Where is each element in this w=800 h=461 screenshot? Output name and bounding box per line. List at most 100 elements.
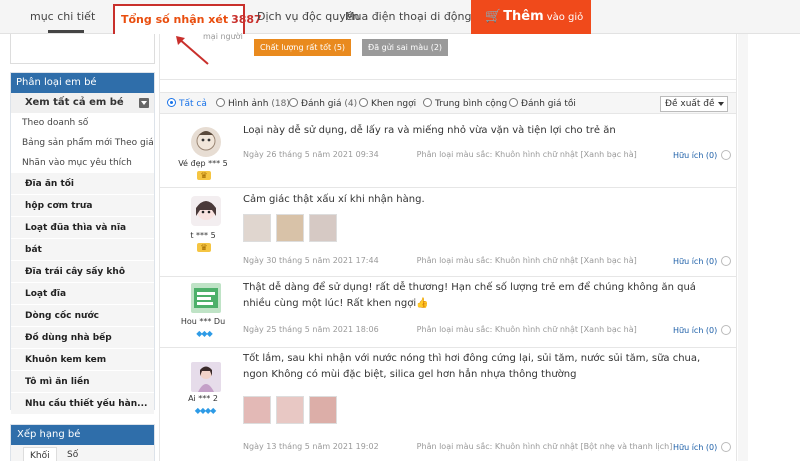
helpful-button[interactable]: Hữu ích (0) xyxy=(673,325,732,335)
avatar xyxy=(191,283,221,313)
review-variant: Phân loại màu sắc: Khuôn hình chữ nhật [… xyxy=(416,442,673,451)
filter-all[interactable]: Tất cả xyxy=(167,97,207,111)
review-user: Hou *** Du xyxy=(180,317,226,326)
sidebar-item[interactable]: Dòng cốc nước xyxy=(11,305,154,327)
review-text: Cảm giác thật xấu xí khi nhận hàng. xyxy=(243,194,425,205)
view-all-category[interactable]: Xem tất cả em bé xyxy=(11,93,154,113)
ranking-tabs: Khối Số xyxy=(11,445,154,461)
view-all-label: Xem tất cả em bé xyxy=(25,97,124,108)
review-meta: Ngày 26 tháng 5 năm 2021 09:34 Phân loại … xyxy=(243,150,637,159)
thumb-up-icon xyxy=(721,256,732,266)
sidebar-item[interactable]: Loạt đũa thìa và nĩa xyxy=(11,217,154,239)
filter-label: Hình ảnh xyxy=(228,99,269,109)
sidebar-sub-new[interactable]: Bảng sản phẩm mới Theo giá cả xyxy=(11,133,154,153)
review-meta: Ngày 25 tháng 5 năm 2021 18:06 Phân loại … xyxy=(243,325,637,334)
filter-reviews[interactable]: Đánh giá (4) xyxy=(289,97,357,111)
filter-label: Đánh giá xyxy=(301,99,342,109)
review-photo[interactable] xyxy=(276,396,304,424)
radio-icon xyxy=(509,98,518,107)
review-date: Ngày 25 tháng 5 năm 2021 18:06 xyxy=(243,325,379,334)
ranking-title: Xếp hạng bé xyxy=(11,425,154,445)
review-meta: Ngày 30 tháng 5 năm 2021 17:44 Phân loại … xyxy=(243,256,637,265)
cart-button-sub: vào giỏ xyxy=(546,12,584,23)
sidebar-sub-favorite[interactable]: Nhãn vào mục yêu thích xyxy=(11,153,154,173)
sidebar-item[interactable]: bát xyxy=(11,239,154,261)
ranking-panel: Xếp hạng bé Khối Số xyxy=(10,424,155,461)
filter-praise[interactable]: Khen ngợi xyxy=(359,97,416,111)
review-filter-bar: Tất cả Hình ảnh (18) Đánh giá (4) Khen n… xyxy=(160,92,736,114)
filter-bad[interactable]: Đánh giá tồi xyxy=(509,97,576,111)
avatar xyxy=(191,362,221,392)
sidebar-item[interactable]: Đĩa ăn tối xyxy=(11,173,154,195)
review-item: Vé đẹp *** 5 ♛ Loại này dễ sử dụng, dễ l… xyxy=(160,117,736,188)
summary-user-hint: mại người xyxy=(203,32,243,41)
collapse-icon[interactable] xyxy=(139,98,149,108)
review-item: Hou *** Du ◆◆◆ Thật dễ dàng để sử dụng! … xyxy=(160,277,736,348)
cart-icon: 🛒 xyxy=(485,9,502,24)
tab-detail[interactable]: mục chi tiết xyxy=(30,0,95,34)
gem-icon: ◆◆◆ xyxy=(196,329,212,338)
sidebar-sub-sales[interactable]: Theo doanh số xyxy=(11,113,154,133)
filter-images[interactable]: Hình ảnh (18) xyxy=(216,97,290,111)
product-tab-bar: mục chi tiết Tổng số nhận xét 3887 Dịch v… xyxy=(0,0,800,34)
review-user: Ai *** 2 xyxy=(188,394,218,403)
review-photo[interactable] xyxy=(276,214,304,242)
review-photo[interactable] xyxy=(243,214,271,242)
radio-icon xyxy=(167,98,176,107)
ranking-tab-block[interactable]: Khối xyxy=(23,447,57,461)
review-photo[interactable] xyxy=(309,214,337,242)
cart-button-main: Thêm xyxy=(503,9,544,24)
review-text: Thật dễ dàng để sử dụng! rất dễ thương! … xyxy=(243,282,696,309)
review-photo[interactable] xyxy=(243,396,271,424)
filter-label: Khen ngợi xyxy=(371,99,417,109)
sidebar-item[interactable]: Loạt đĩa xyxy=(11,283,154,305)
tab-reviews[interactable]: Tổng số nhận xét 3887 xyxy=(113,4,262,34)
gem-icon: ◆◆◆◆ xyxy=(194,406,217,415)
sidebar-item[interactable]: Đĩa trái cây sấy khô xyxy=(11,261,154,283)
sidebar-item[interactable]: Đồ dùng nhà bếp xyxy=(11,327,154,349)
tag-quality[interactable]: Chất lượng rất tốt (5) xyxy=(254,39,352,56)
tag-wrong-color[interactable]: Đã gửi sai màu (2) xyxy=(362,39,449,56)
add-to-cart-button[interactable]: 🛒 Thêm vào giỏ xyxy=(471,0,591,34)
sidebar-item[interactable]: Tô mì ăn liền xyxy=(11,371,154,393)
thumb-up-icon xyxy=(721,442,732,452)
review-date: Ngày 30 tháng 5 năm 2021 17:44 xyxy=(243,256,379,265)
review-photo[interactable] xyxy=(309,396,337,424)
filter-label: Tất cả xyxy=(179,99,207,109)
tab-detail-underline xyxy=(48,30,84,33)
helpful-label: Hữu ích (0) xyxy=(673,443,718,452)
helpful-button[interactable]: Hữu ích (0) xyxy=(673,442,732,452)
helpful-label: Hữu ích (0) xyxy=(673,326,718,335)
sort-select[interactable]: Đề xuất đề xyxy=(660,96,728,112)
review-summary: mại người Chất lượng rất tốt (5) Đã gửi … xyxy=(160,32,736,80)
review-date: Ngày 13 tháng 5 năm 2021 19:02 xyxy=(243,442,379,451)
sidebar-item[interactable]: hộp cơm trưa xyxy=(11,195,154,217)
review-variant: Phân loại màu sắc: Khuôn hình chữ nhật [… xyxy=(416,325,637,334)
tab-mobile[interactable]: Mua điện thoại di động xyxy=(345,0,471,34)
helpful-label: Hữu ích (0) xyxy=(673,151,718,160)
helpful-button[interactable]: Hữu ích (0) xyxy=(673,256,732,266)
review-photos xyxy=(243,396,342,424)
sidebar-search-box[interactable] xyxy=(10,34,155,64)
review-user: t *** 5 xyxy=(190,231,216,240)
ranking-tab-number[interactable]: Số xyxy=(61,447,84,461)
helpful-button[interactable]: Hữu ích (0) xyxy=(673,150,732,160)
filter-label: Đánh giá tồi xyxy=(521,99,576,109)
sidebar-item[interactable]: Khuôn kem kem xyxy=(11,349,154,371)
review-photos xyxy=(243,214,342,242)
filter-label: Trung bình cộng xyxy=(435,99,508,109)
radio-icon xyxy=(289,98,298,107)
page-scrollbar[interactable] xyxy=(738,34,748,461)
review-date: Ngày 26 tháng 5 năm 2021 09:34 xyxy=(243,150,379,159)
review-text: Loại này dễ sử dụng, dễ lấy ra và miếng … xyxy=(243,125,616,136)
review-meta: Ngày 13 tháng 5 năm 2021 19:02 Phân loại … xyxy=(243,442,672,451)
avatar xyxy=(191,127,221,157)
radio-icon xyxy=(216,98,225,107)
review-item: t *** 5 ♛ Cảm giác thật xấu xí khi nhận … xyxy=(160,188,736,277)
review-main: mại người Chất lượng rất tốt (5) Đã gửi … xyxy=(159,32,737,461)
tab-reviews-label: Tổng số nhận xét xyxy=(121,13,229,26)
radio-icon xyxy=(423,98,432,107)
crown-icon: ♛ xyxy=(197,171,211,180)
filter-average[interactable]: Trung bình cộng xyxy=(423,97,507,111)
sidebar-item[interactable]: Nhu cầu thiết yếu hàn... xyxy=(11,393,154,415)
